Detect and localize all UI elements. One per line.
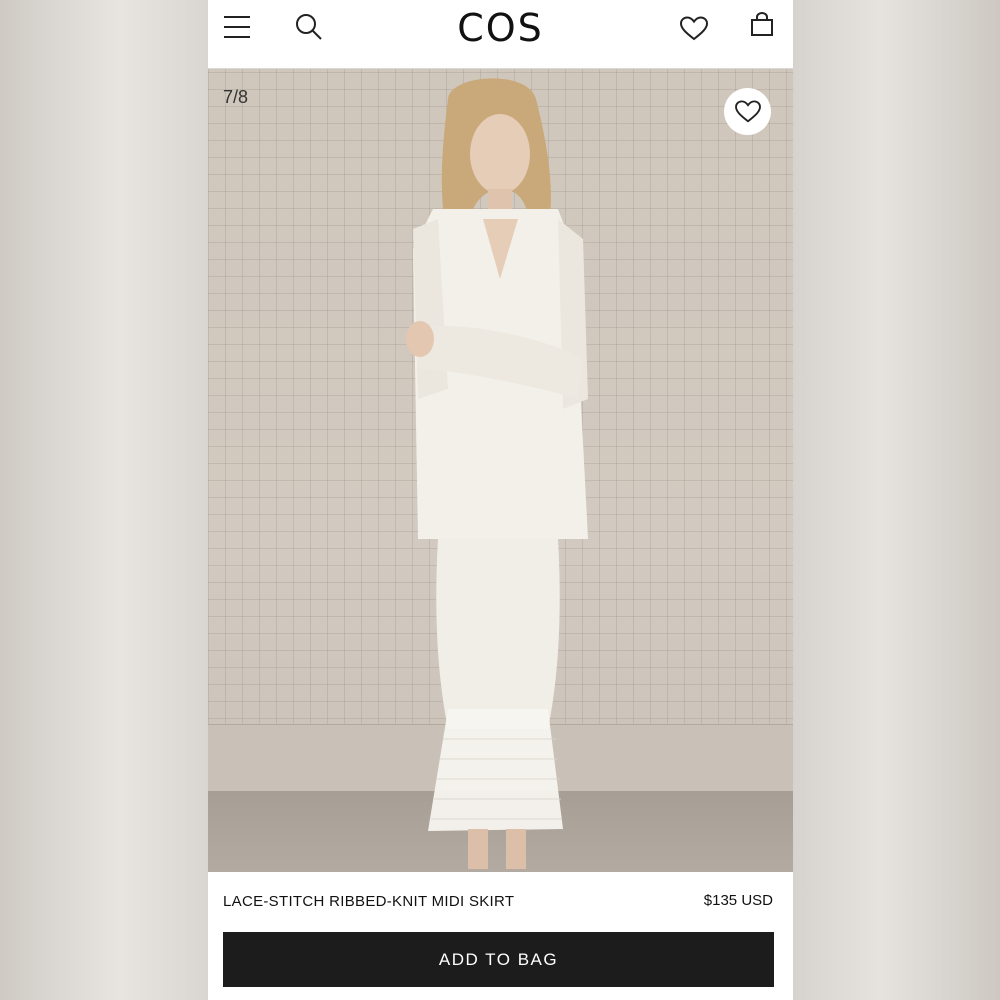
product-price: $135 USD — [703, 892, 773, 909]
model-figure — [406, 78, 588, 869]
product-image[interactable]: 7/8 — [208, 69, 793, 872]
product-page: COS 7/8 LACE-STITCH RIBBED-KNIT MIDI SKI… — [208, 0, 793, 1000]
image-counter: 7/8 — [223, 87, 249, 107]
product-title: LACE-STITCH RIBBED-KNIT MIDI SKIRT — [223, 893, 515, 910]
heart-icon[interactable] — [679, 16, 709, 42]
bag-icon[interactable] — [750, 12, 774, 36]
top-navigation-bar: COS — [208, 0, 793, 69]
favorite-button[interactable] — [724, 88, 771, 135]
add-to-bag-button[interactable]: ADD TO BAG — [223, 932, 774, 987]
heart-icon — [734, 99, 761, 122]
